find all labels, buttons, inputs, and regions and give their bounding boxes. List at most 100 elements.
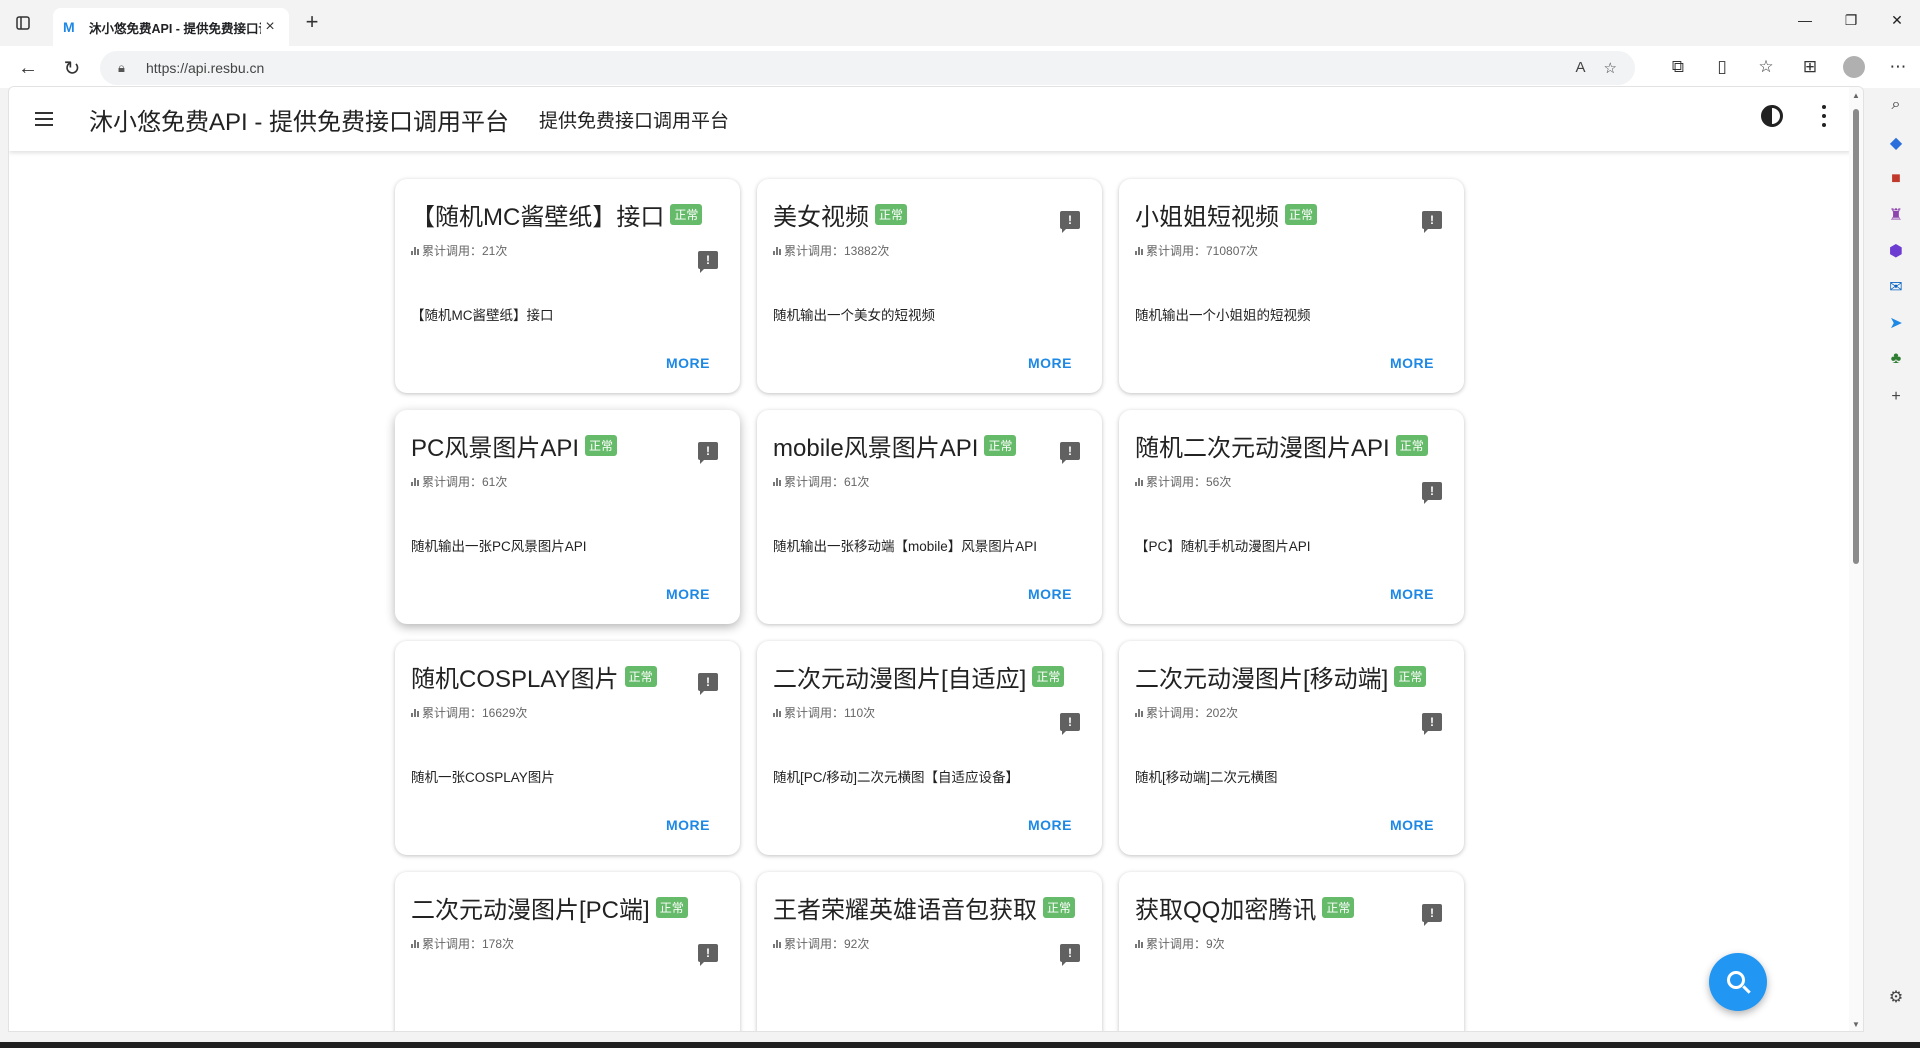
more-button[interactable]: MORE bbox=[1390, 355, 1434, 371]
theme-toggle-icon[interactable] bbox=[1761, 105, 1783, 127]
feedback-icon[interactable]: ! bbox=[1060, 442, 1080, 464]
browser-tabbar: M 沐小悠免费API - 提供免费接口调 × + — ❐ ✕ bbox=[0, 0, 1920, 46]
more-button[interactable]: MORE bbox=[666, 586, 710, 602]
restore-icon[interactable]: ❐ bbox=[1828, 0, 1874, 40]
hamburger-menu-icon[interactable] bbox=[29, 104, 59, 134]
tab-actions-icon[interactable] bbox=[12, 12, 34, 34]
more-button[interactable]: MORE bbox=[1028, 586, 1072, 602]
card-title[interactable]: 二次元动漫图片[移动端] bbox=[1135, 659, 1388, 694]
url-text: https://api.resbu.cn bbox=[146, 60, 265, 76]
call-count: 累计调用：21次 bbox=[411, 242, 724, 259]
status-badge: 正常 bbox=[585, 435, 618, 456]
card-title[interactable]: 获取QQ加密腾讯 bbox=[1135, 890, 1316, 925]
sidebar-settings-icon[interactable]: ⚙ bbox=[1885, 986, 1907, 1008]
back-icon[interactable]: ← bbox=[14, 54, 42, 82]
card-title[interactable]: 【随机MC酱壁纸】接口 bbox=[411, 197, 664, 232]
close-window-icon[interactable]: ✕ bbox=[1874, 0, 1920, 40]
card-title[interactable]: PC风景图片API bbox=[411, 428, 579, 463]
edge-sidebar: ⌕ ◆ ■ ♜ ⬢ ✉ ➤ ♣ + ⚙ bbox=[1872, 88, 1920, 1048]
feedback-icon[interactable]: ! bbox=[1060, 944, 1080, 966]
feedback-icon[interactable]: ! bbox=[698, 442, 718, 464]
more-button[interactable]: MORE bbox=[1390, 586, 1434, 602]
bar-chart-icon bbox=[1135, 708, 1144, 717]
card-title[interactable]: 随机COSPLAY图片 bbox=[411, 659, 619, 694]
card-title[interactable]: 美女视频 bbox=[773, 197, 869, 232]
more-button[interactable]: MORE bbox=[1028, 355, 1072, 371]
feedback-icon[interactable]: ! bbox=[1422, 713, 1442, 735]
toolbar-actions: ⧉ ▯ ☆ ⊞ ⋯ bbox=[1656, 46, 1920, 88]
api-card: 【随机MC酱壁纸】接口 正常 累计调用：21次 ! 【随机MC酱壁纸】接口 MOR… bbox=[395, 179, 740, 393]
feedback-icon[interactable]: ! bbox=[1060, 211, 1080, 233]
more-button[interactable]: MORE bbox=[666, 817, 710, 833]
feedback-icon[interactable]: ! bbox=[1422, 482, 1442, 504]
more-vert-icon[interactable] bbox=[1821, 105, 1827, 127]
window-controls: — ❐ ✕ bbox=[1782, 0, 1920, 40]
browser-toolbar: ← ↻ 🔒︎ https://api.resbu.cn A ☆ ⧉ ▯ ☆ ⊞ … bbox=[0, 46, 1920, 88]
call-count-label: 累计调用：56次 bbox=[1146, 475, 1232, 489]
scroll-up-icon[interactable]: ▲ bbox=[1851, 91, 1861, 100]
add-sidebar-icon[interactable]: + bbox=[1885, 386, 1907, 408]
extensions-icon[interactable]: ⧉ bbox=[1656, 46, 1700, 88]
refresh-icon[interactable]: ↻ bbox=[58, 54, 86, 82]
card-title[interactable]: 随机二次元动漫图片API bbox=[1135, 428, 1390, 463]
settings-more-icon[interactable]: ⋯ bbox=[1876, 46, 1920, 88]
minimize-icon[interactable]: — bbox=[1782, 0, 1828, 40]
more-button[interactable]: MORE bbox=[666, 355, 710, 371]
copilot-icon[interactable]: ⬢ bbox=[1885, 240, 1907, 262]
new-tab-button[interactable]: + bbox=[300, 11, 324, 35]
bar-chart-icon bbox=[773, 246, 782, 255]
tools-icon[interactable]: ■ bbox=[1885, 168, 1907, 190]
feedback-icon[interactable]: ! bbox=[698, 251, 718, 273]
site-favicon-icon: M bbox=[63, 19, 75, 35]
call-count: 累计调用：178次 bbox=[411, 935, 724, 952]
status-badge: 正常 bbox=[984, 435, 1017, 456]
address-bar[interactable]: 🔒︎ https://api.resbu.cn A ☆ bbox=[100, 51, 1635, 85]
shopping-icon[interactable]: ◆ bbox=[1885, 132, 1907, 154]
api-card: 随机COSPLAY图片 正常 累计调用：16629次 ! 随机一张COSPLAY图… bbox=[395, 641, 740, 855]
search-sidebar-icon[interactable]: ⌕ bbox=[1885, 94, 1907, 116]
api-card: PC风景图片API 正常 累计调用：61次 ! 随机输出一张PC风景图片API M… bbox=[395, 410, 740, 624]
card-title[interactable]: 小姐姐短视频 bbox=[1135, 197, 1279, 232]
call-count-label: 累计调用：61次 bbox=[784, 475, 870, 489]
api-card: 获取QQ加密腾讯 正常 累计调用：9次 ! bbox=[1119, 872, 1464, 1031]
more-button[interactable]: MORE bbox=[1390, 817, 1434, 833]
split-screen-icon[interactable]: ▯ bbox=[1700, 46, 1744, 88]
send-icon[interactable]: ➤ bbox=[1885, 312, 1907, 334]
card-title[interactable]: mobile风景图片API bbox=[773, 428, 978, 463]
call-count-label: 累计调用：13882次 bbox=[784, 244, 890, 258]
add-favorite-icon[interactable]: ☆ bbox=[1604, 59, 1617, 77]
page-scrollbar[interactable]: ▲ ▼ bbox=[1849, 87, 1863, 1031]
collections-icon[interactable]: ⊞ bbox=[1788, 46, 1832, 88]
bar-chart-icon bbox=[1135, 477, 1144, 486]
tree-icon[interactable]: ♣ bbox=[1885, 348, 1907, 370]
status-badge: 正常 bbox=[624, 666, 657, 687]
more-button[interactable]: MORE bbox=[1028, 817, 1072, 833]
outlook-icon[interactable]: ✉ bbox=[1885, 276, 1907, 298]
feedback-icon[interactable]: ! bbox=[1422, 904, 1442, 926]
card-description: 随机输出一张移动端【mobile】风景图片API bbox=[773, 539, 1038, 554]
page-subtitle: 提供免费接口调用平台 bbox=[539, 110, 730, 132]
feedback-icon[interactable]: ! bbox=[698, 673, 718, 695]
status-badge: 正常 bbox=[875, 204, 908, 225]
games-icon[interactable]: ♜ bbox=[1885, 204, 1907, 226]
search-fab-button[interactable] bbox=[1709, 953, 1767, 1011]
card-title[interactable]: 王者荣耀英雄语音包获取 bbox=[773, 890, 1037, 925]
favorites-icon[interactable]: ☆ bbox=[1744, 46, 1788, 88]
scrollbar-thumb[interactable] bbox=[1853, 109, 1859, 564]
card-title[interactable]: 二次元动漫图片[PC端] bbox=[411, 890, 650, 925]
feedback-icon[interactable]: ! bbox=[1422, 211, 1442, 233]
card-title[interactable]: 二次元动漫图片[自适应] bbox=[773, 659, 1026, 694]
app-bar: 沐小悠免费API - 提供免费接口调用平台 提供免费接口调用平台 bbox=[9, 87, 1851, 151]
api-card: 二次元动漫图片[移动端] 正常 累计调用：202次 ! 随机[移动端]二次元横图 … bbox=[1119, 641, 1464, 855]
api-card: 二次元动漫图片[PC端] 正常 累计调用：178次 ! bbox=[395, 872, 740, 1031]
browser-tab[interactable]: M 沐小悠免费API - 提供免费接口调 × bbox=[53, 8, 289, 46]
tab-close-icon[interactable]: × bbox=[261, 18, 279, 36]
profile-avatar[interactable] bbox=[1832, 46, 1876, 88]
scroll-down-icon[interactable]: ▼ bbox=[1851, 1020, 1861, 1029]
read-aloud-icon[interactable]: A bbox=[1576, 59, 1586, 77]
feedback-icon[interactable]: ! bbox=[698, 944, 718, 966]
call-count-label: 累计调用：61次 bbox=[422, 475, 508, 489]
call-count: 累计调用：61次 bbox=[773, 473, 1086, 490]
status-badge: 正常 bbox=[1395, 435, 1428, 456]
feedback-icon[interactable]: ! bbox=[1060, 713, 1080, 735]
